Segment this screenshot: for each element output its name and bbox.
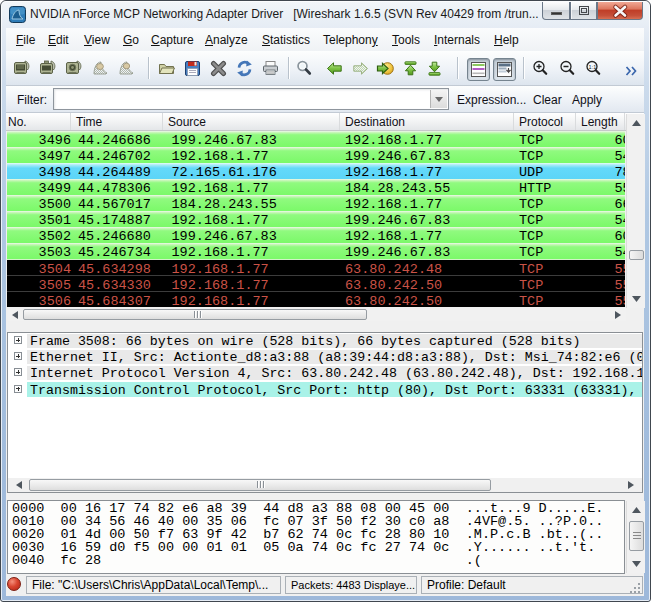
svg-text:1:1: 1:1: [589, 64, 597, 70]
